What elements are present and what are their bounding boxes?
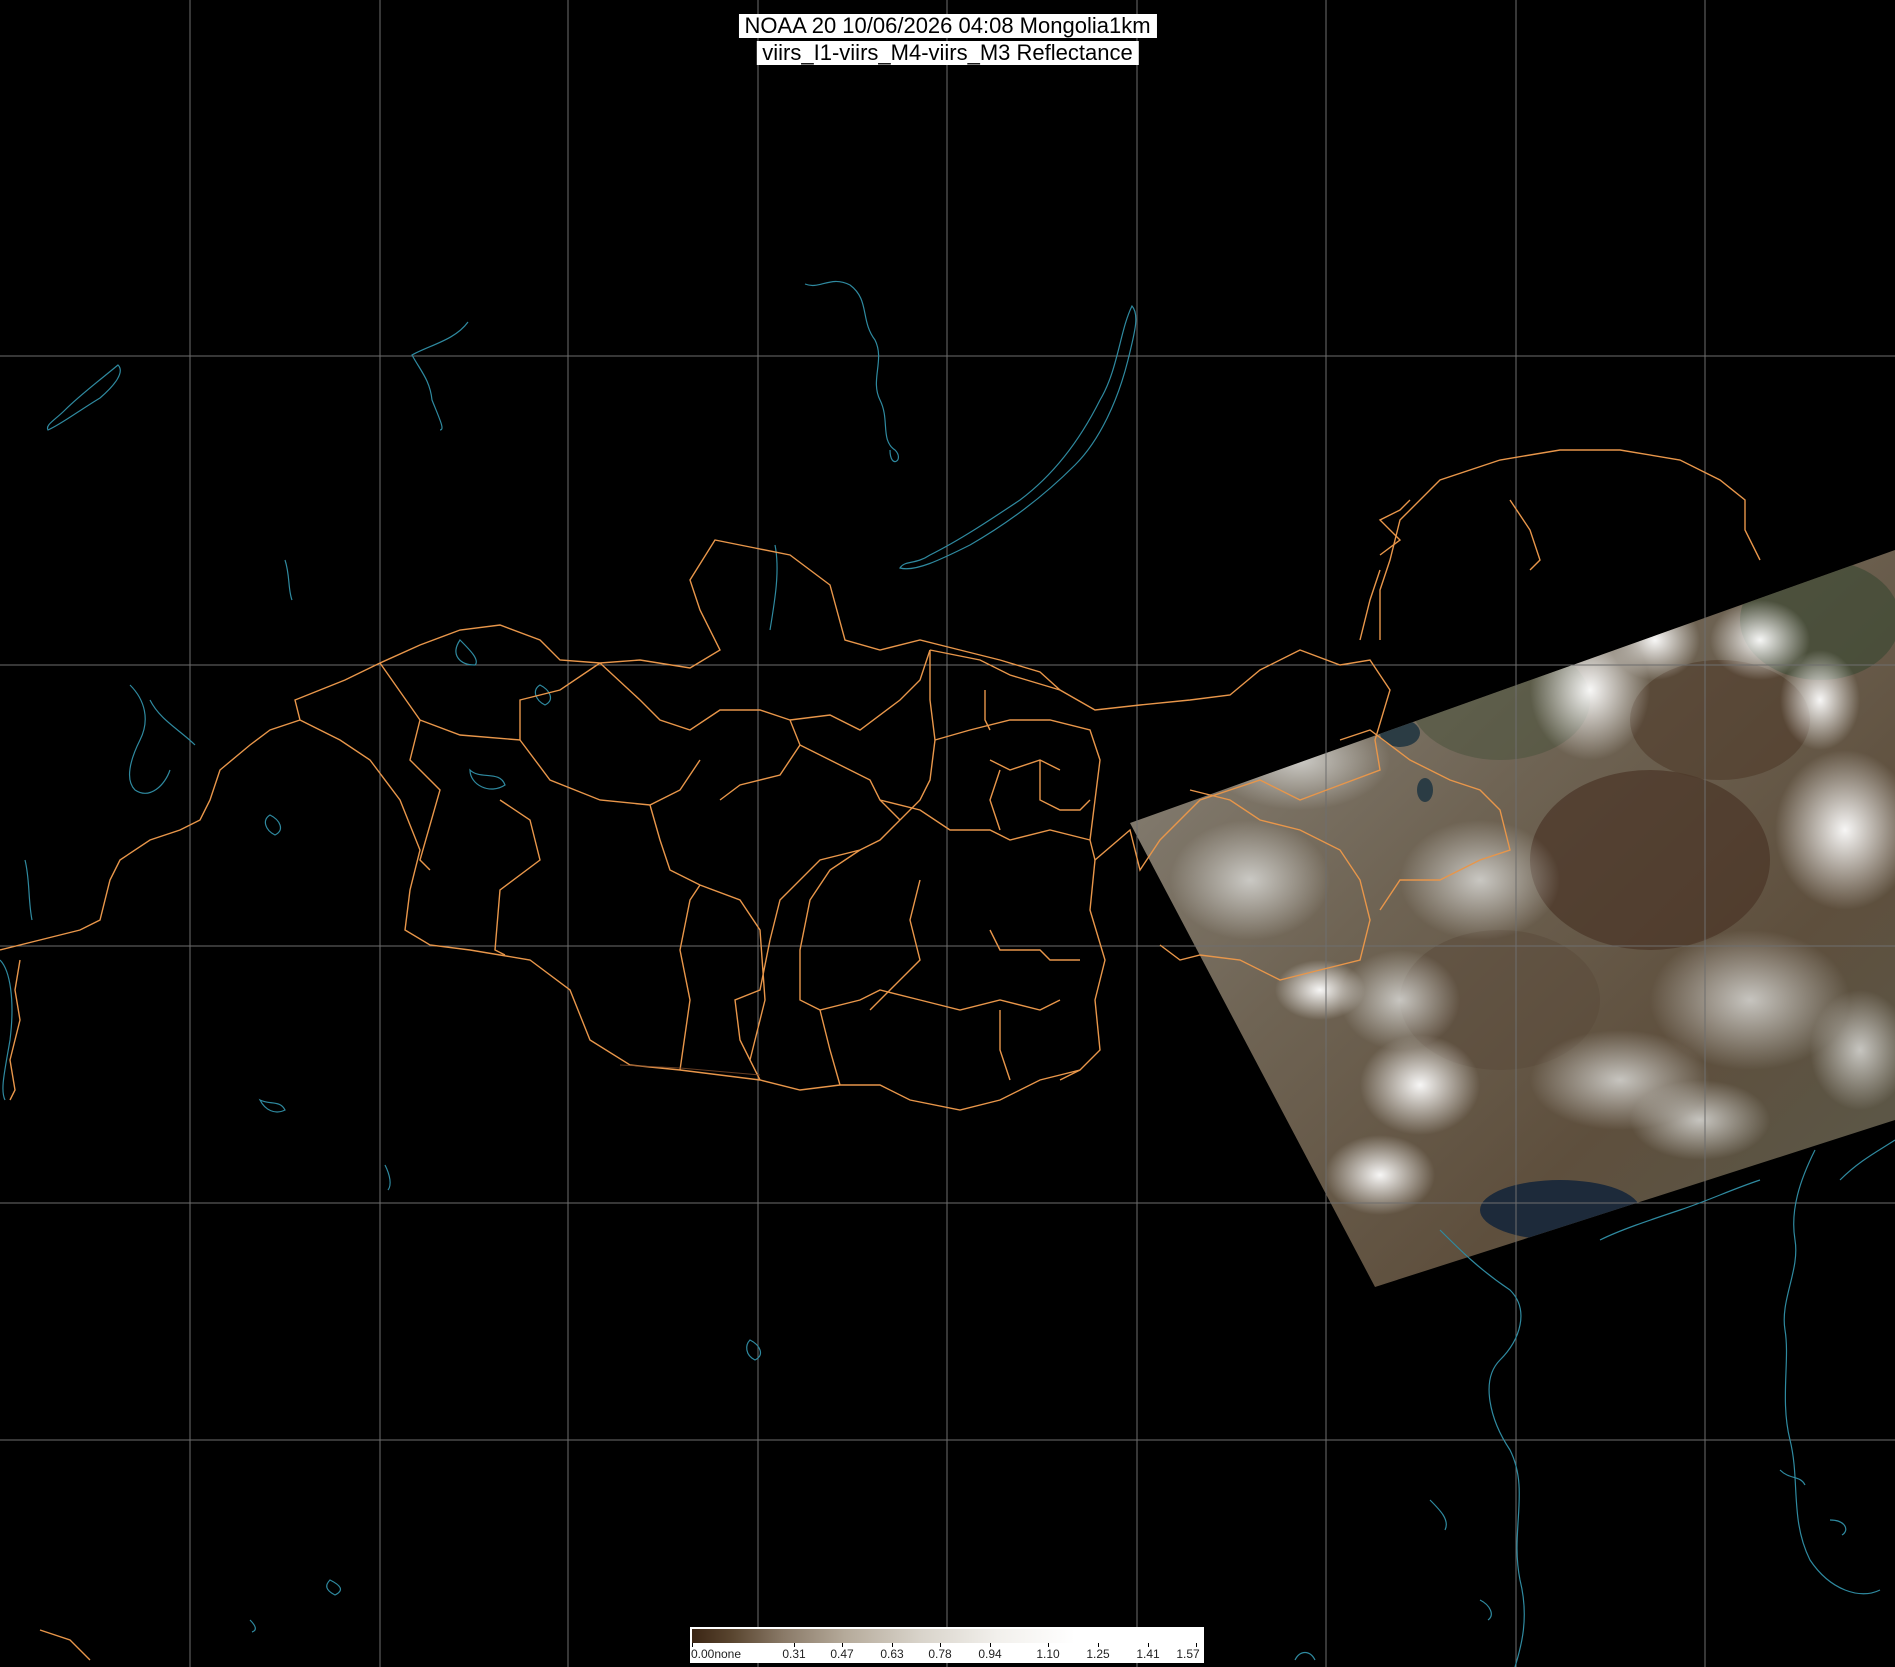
colorbar-tick: 0.31 [782, 1647, 806, 1661]
colorbar-tick: 0.00none [690, 1647, 742, 1661]
colorbar-tick: 1.57 [1176, 1647, 1200, 1661]
colorbar-tick: 1.25 [1086, 1647, 1110, 1661]
colorbar-tick: 0.78 [928, 1647, 952, 1661]
colorbar-tick: 0.47 [830, 1647, 854, 1661]
colorbar-tick: 1.41 [1136, 1647, 1160, 1661]
map-title-line1: NOAA 20 10/06/2026 04:08 Mongolia1km [738, 14, 1157, 38]
satellite-swath [1130, 550, 1895, 1287]
map-canvas [0, 0, 1895, 1667]
reflectance-colorbar: 0.00none 0.31 0.47 0.63 0.78 0.94 1.10 1… [690, 1627, 1204, 1663]
map-title-line2: viirs_I1-viirs_M4-viirs_M3 Reflectance [756, 41, 1139, 65]
colorbar-tick: 0.63 [880, 1647, 904, 1661]
colorbar-tick: 0.94 [978, 1647, 1002, 1661]
colorbar-tick: 1.10 [1036, 1647, 1060, 1661]
colorbar-gradient [692, 1629, 1202, 1643]
korean-peninsula-coast [1783, 1149, 1881, 1595]
lake-baikal [899, 304, 1137, 570]
